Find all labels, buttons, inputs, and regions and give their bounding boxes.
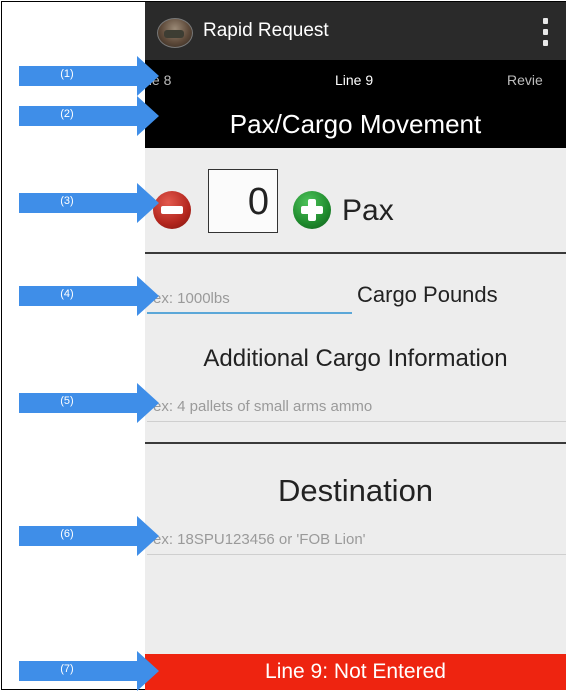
cargo-pounds-label: Cargo Pounds [357, 282, 498, 307]
overflow-menu-icon[interactable] [540, 18, 550, 46]
callout-label: (7) [60, 663, 74, 675]
divider [145, 442, 566, 444]
pax-count-field[interactable]: 0 [208, 169, 278, 233]
callout-label: (5) [60, 395, 74, 407]
phone-screen: Rapid Request ine 8 Line 9 Revie Pax/Car… [145, 2, 566, 690]
app-logo-icon[interactable] [157, 18, 193, 48]
callout-arrow-2: (2) [19, 96, 187, 136]
callout-arrow-6: (6) [19, 516, 187, 556]
destination-input[interactable] [147, 525, 566, 555]
callout-arrow-1: (1) [19, 56, 187, 96]
callout-arrow-7: (7) [19, 651, 187, 691]
section-title: Pax/Cargo Movement [145, 98, 566, 148]
app-title: Rapid Request [203, 20, 329, 41]
tab-strip: ine 8 Line 9 Revie [145, 60, 566, 98]
action-bar: Rapid Request [145, 2, 566, 60]
callout-label: (2) [60, 108, 74, 120]
pax-stepper: 0 Pax [145, 167, 566, 247]
callout-arrow-5: (5) [19, 383, 187, 423]
divider [145, 252, 566, 254]
tab-current[interactable]: Line 9 [335, 72, 373, 88]
callout-arrow-3: (3) [19, 183, 187, 223]
pax-label: Pax [342, 194, 394, 227]
tab-next[interactable]: Revie [507, 72, 543, 88]
callout-label: (4) [60, 288, 74, 300]
callout-arrow-4: (4) [19, 276, 187, 316]
callout-label: (3) [60, 195, 74, 207]
destination-title: Destination [277, 473, 434, 508]
increment-button[interactable] [293, 191, 331, 229]
additional-cargo-input[interactable] [147, 392, 566, 422]
additional-cargo-title: Additional Cargo Information [203, 345, 508, 372]
status-bar: Line 9: Not Entered [145, 654, 566, 690]
callout-label: (6) [60, 528, 74, 540]
callout-label: (1) [60, 68, 74, 80]
